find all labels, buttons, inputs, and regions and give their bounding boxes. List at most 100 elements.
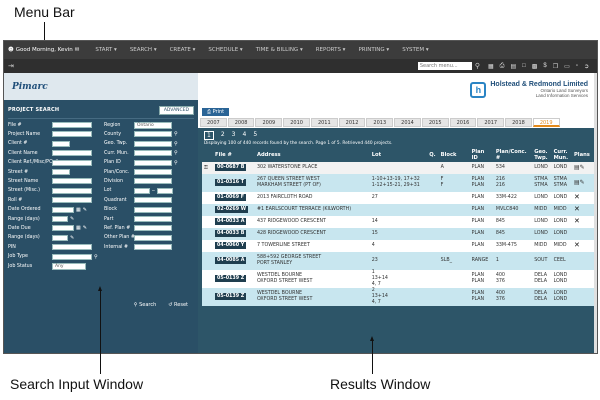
column-header-q[interactable]: Q. xyxy=(427,147,438,162)
remove-icon[interactable]: ✕ xyxy=(574,205,580,213)
input-block[interactable] xyxy=(134,206,172,213)
column-header-plan-conc[interactable]: Plan/Conc. # xyxy=(494,147,532,162)
input-division[interactable] xyxy=(134,178,172,185)
calendar-icon[interactable]: ▦ xyxy=(76,225,81,231)
copy-icon[interactable]: ❐ xyxy=(553,63,558,70)
menu-search-input[interactable] xyxy=(417,62,472,70)
plans-icon[interactable]: ▤✎ xyxy=(574,164,585,171)
search-icon[interactable]: ⚲ xyxy=(174,160,178,166)
search-icon[interactable]: ⚲ xyxy=(94,254,98,260)
calendar-icon[interactable]: ▦ xyxy=(76,207,81,213)
mail-icon[interactable]: ✉ xyxy=(75,47,80,53)
print-icon[interactable]: ⎙ xyxy=(500,63,505,70)
column-header-plan-id[interactable]: Plan ID xyxy=(470,147,494,162)
input-roll[interactable] xyxy=(52,197,92,204)
tab-year-2016[interactable]: 2016 xyxy=(449,118,477,127)
file-number-badge[interactable]: 04-0033 A xyxy=(215,218,247,225)
input-range-days[interactable] xyxy=(52,234,68,241)
file-number-badge[interactable]: 00-0687 B xyxy=(215,164,247,171)
file-number-badge[interactable]: 05-0139 Z xyxy=(215,275,247,282)
file-number-badge[interactable]: 05-0139 Z xyxy=(215,293,247,300)
input-internal[interactable] xyxy=(134,244,172,251)
page-link-5[interactable]: 5 xyxy=(253,131,257,140)
advanced-button[interactable]: ADVANCED xyxy=(158,105,194,115)
input-street[interactable] xyxy=(52,169,70,175)
plans-icon[interactable]: ▤✎ xyxy=(574,179,585,186)
input-curr-mun[interactable] xyxy=(134,150,172,157)
column-header-file[interactable]: File # xyxy=(213,147,255,162)
tab-year-2011[interactable]: 2011 xyxy=(310,118,338,127)
scrollbar[interactable] xyxy=(594,73,597,353)
tab-year-2012[interactable]: 2012 xyxy=(338,118,366,127)
region-select[interactable]: Ontario xyxy=(134,121,172,129)
input-lot-to[interactable] xyxy=(156,187,173,194)
input-ref-plan[interactable] xyxy=(134,225,172,232)
clear-icon[interactable]: ✎ xyxy=(83,207,87,213)
table-row[interactable]: 05-0139 Z WESTDEL BOURNE OXFORD STREET WE… xyxy=(202,270,594,288)
menu-reports[interactable]: Reports xyxy=(316,47,346,53)
file-number-badge[interactable]: 04-0033 B xyxy=(215,230,247,237)
exit-icon[interactable]: ⇥ xyxy=(8,62,14,70)
tab-year-2009[interactable]: 2009 xyxy=(255,118,283,127)
remove-icon[interactable]: ✕ xyxy=(574,217,580,225)
file-number-badge[interactable]: 04-0085 A xyxy=(215,257,247,264)
table-row[interactable]: 04-0085 A 588+592 GEORGE STREET PORT STAN… xyxy=(202,252,594,270)
remove-icon[interactable]: ✕ xyxy=(574,241,580,249)
menu-search[interactable]: Search xyxy=(130,47,157,53)
file-number-badge[interactable]: 01-0316 T xyxy=(215,179,246,186)
input-quadrant[interactable] xyxy=(134,197,172,204)
job-status-select[interactable]: Any xyxy=(52,262,86,270)
input-file[interactable] xyxy=(52,122,92,128)
menu-printing[interactable]: Printing xyxy=(358,47,389,53)
calendar-icon[interactable]: ▦ xyxy=(488,63,494,70)
input-plan-id[interactable] xyxy=(134,159,172,166)
clear-icon[interactable]: ✎ xyxy=(70,216,74,222)
tab-year-2018[interactable]: 2018 xyxy=(505,118,532,127)
document-icon[interactable]: □ xyxy=(522,63,526,70)
tab-year-2008[interactable]: 2008 xyxy=(227,118,255,127)
user-greeting[interactable]: ☻ Good Morning, Kevin ✉ xyxy=(8,47,79,53)
tab-year-2015[interactable]: 2015 xyxy=(421,118,449,127)
page-link-4[interactable]: 4 xyxy=(242,131,246,140)
tab-year-2019[interactable]: 2019 xyxy=(532,118,560,127)
input-client-name[interactable] xyxy=(52,150,92,157)
remove-icon[interactable]: ✕ xyxy=(574,193,580,201)
search-icon[interactable]: ⚲ xyxy=(174,150,178,156)
file-number-badge[interactable]: 02-0269 W xyxy=(215,206,249,213)
table-row[interactable]: 04-0033 B 428 RIDGEWOOD CRESCENT 15 PLAN 845… xyxy=(202,228,594,240)
clipboard-icon[interactable]: ▫ xyxy=(576,63,578,70)
reset-button[interactable]: ↺ Reset xyxy=(168,302,188,308)
clear-icon[interactable]: ✎ xyxy=(83,225,87,231)
dollar-icon[interactable]: $ xyxy=(543,63,546,70)
page-link-3[interactable]: 3 xyxy=(232,131,236,140)
table-row[interactable]: 05-0139 Z WESTDEL BOURNE OXFORD STREET WE… xyxy=(202,288,594,306)
column-header-address[interactable]: Address xyxy=(255,147,370,162)
search-icon[interactable]: ⚲ xyxy=(174,131,178,137)
input-geo-twp[interactable] xyxy=(134,140,172,147)
table-row[interactable]: 04-0060 Y7 TOWERLINE STREET 4 PLAN 33M-475 M… xyxy=(202,240,594,252)
menu-create[interactable]: Create xyxy=(170,47,196,53)
tab-year-2010[interactable]: 2010 xyxy=(283,118,310,127)
print-button[interactable]: ⎙ Print xyxy=(202,108,230,116)
clear-icon[interactable]: ✎ xyxy=(70,235,74,241)
table-row[interactable]: ⚿ 00-0687 B 302 WATERSTONE PLACE A PLAN 534 LO… xyxy=(202,162,594,174)
table-row[interactable]: 01-0316 T 267 QUEEN STREET WEST MARKHAM S… xyxy=(202,174,594,192)
search-button[interactable]: ⚲ Search xyxy=(134,302,156,308)
file-number-badge[interactable]: 01-0069 F xyxy=(215,194,246,201)
page-link-1[interactable]: 1 xyxy=(204,131,214,140)
table-row[interactable]: 02-0269 W #1 EARLSCOURT TERRACE (KILWORTH… xyxy=(202,204,594,216)
input-plan-conc[interactable] xyxy=(134,169,172,175)
table-row[interactable]: 01-0069 F 2013 FAIRCLOTH ROAD 27 PLAN 33M-42… xyxy=(202,192,594,204)
input-street-name[interactable] xyxy=(52,178,92,185)
input-project-name[interactable] xyxy=(52,131,92,138)
input-job-type[interactable] xyxy=(52,253,92,260)
input-lot-from[interactable] xyxy=(134,187,150,194)
input-range-days[interactable] xyxy=(52,216,68,222)
input-part[interactable] xyxy=(134,216,172,222)
column-header-curr-mun[interactable]: Curr. Mun. xyxy=(552,147,572,162)
input-pin[interactable] xyxy=(52,244,92,251)
table-row[interactable]: 04-0033 A 437 RIDGEWOOD CRESCENT 14 PLAN 845… xyxy=(202,216,594,228)
tab-year-2017[interactable]: 2017 xyxy=(477,118,505,127)
input-client-ref-misc-po[interactable] xyxy=(52,159,92,166)
search-icon[interactable]: ⚲ xyxy=(475,62,480,70)
